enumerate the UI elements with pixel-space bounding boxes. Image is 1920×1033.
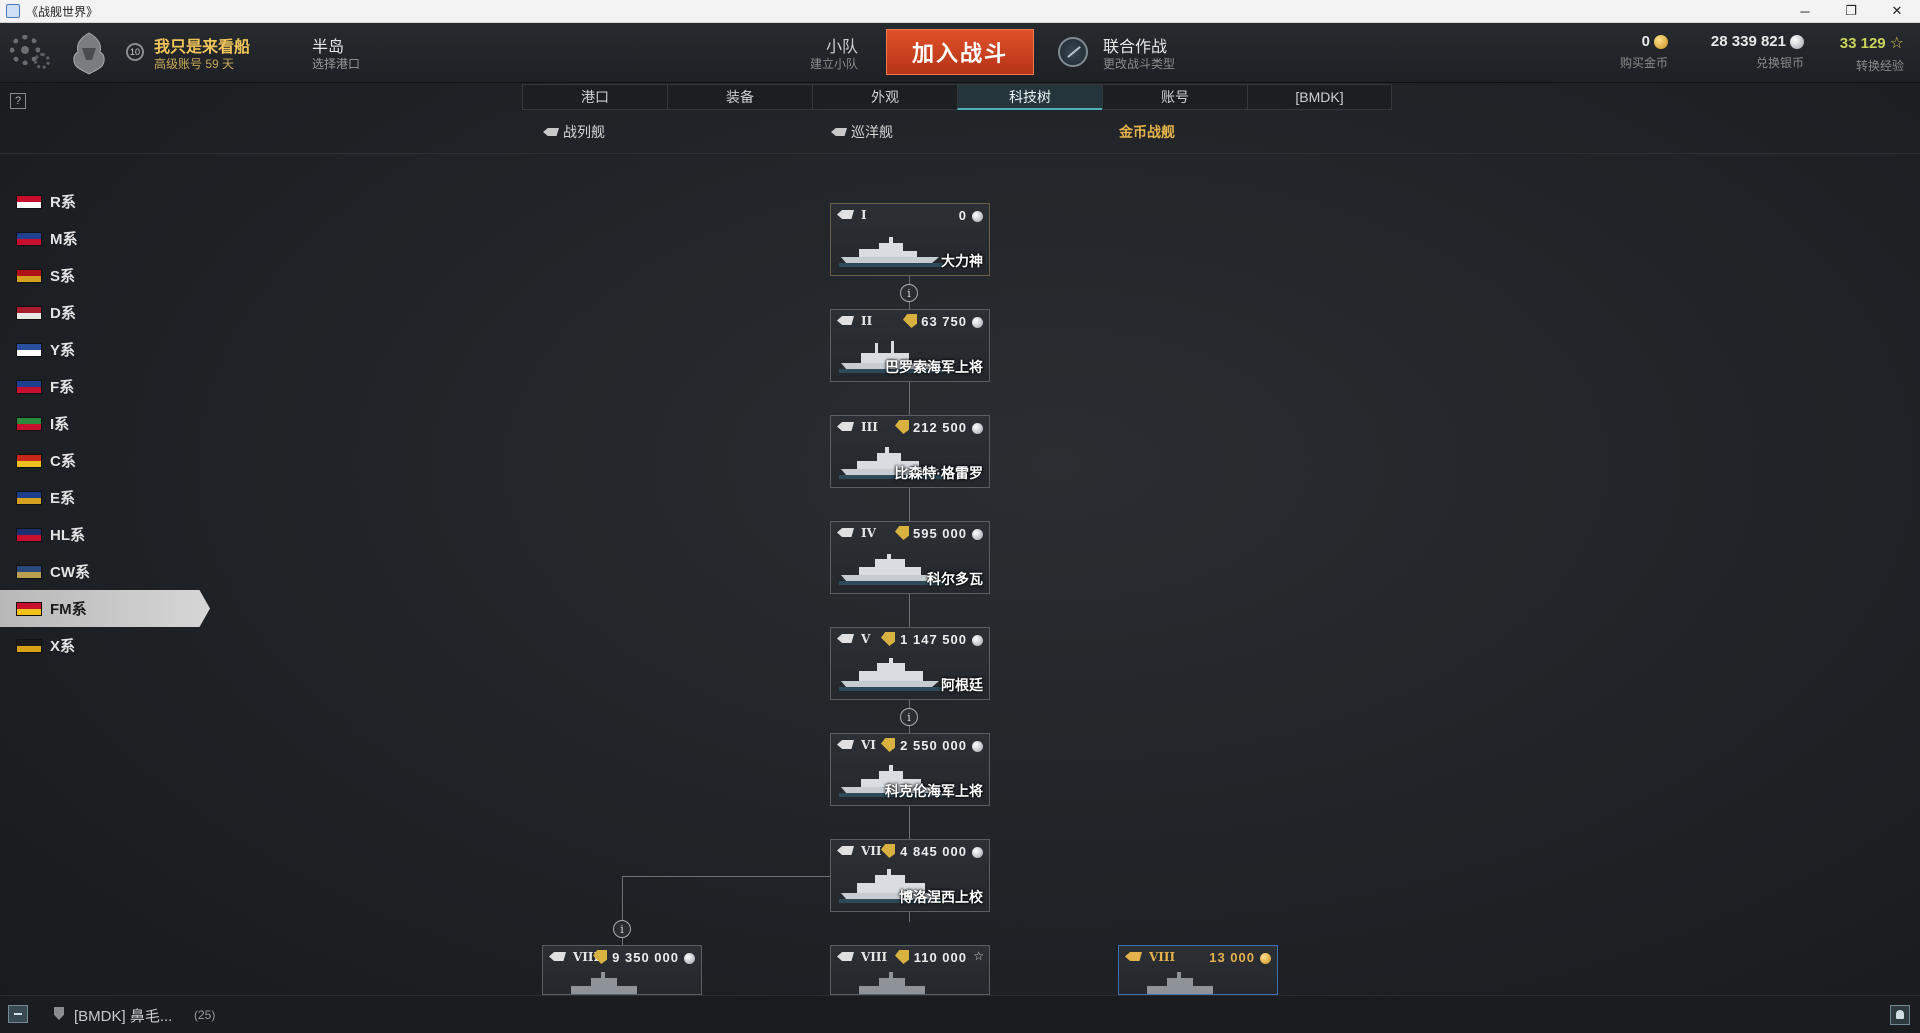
ship-name: 科克伦海军上将	[885, 783, 983, 799]
gold-coin-icon	[1260, 953, 1271, 964]
ship-tier: VIII	[861, 950, 888, 964]
tree-info-node[interactable]: i	[613, 920, 631, 938]
discount-tag-icon	[881, 632, 895, 646]
discount-tag-icon	[895, 950, 909, 964]
ship-card-tier-8-branch[interactable]: VIII 9 350 000	[542, 945, 702, 995]
ship-silhouette-icon	[859, 972, 925, 994]
ship-silhouette-icon	[839, 658, 943, 691]
ship-price: 212 500	[913, 420, 967, 435]
ship-card-tier-8-premium[interactable]: VIII 13 000	[1118, 945, 1278, 995]
silver-coin-icon	[972, 211, 983, 222]
cruiser-class-icon	[837, 422, 854, 431]
tree-link-branch-h	[622, 876, 830, 877]
tree-info-node[interactable]: i	[900, 708, 918, 726]
ship-tier: VIII	[1149, 950, 1176, 964]
ship-price: 13 000	[1209, 950, 1255, 965]
silver-coin-icon	[972, 635, 983, 646]
ship-price: 595 000	[913, 526, 967, 541]
cruiser-class-icon	[837, 846, 854, 855]
discount-tag-icon	[895, 526, 909, 540]
ship-name: 科尔多瓦	[927, 571, 983, 587]
silver-coin-icon	[972, 529, 983, 540]
ship-tier: V	[861, 632, 871, 646]
ship-tier: IV	[861, 526, 876, 540]
premium-cruiser-class-icon	[1125, 952, 1142, 961]
discount-tag-icon	[881, 844, 895, 858]
cruiser-class-icon	[837, 528, 854, 537]
silver-coin-icon	[972, 423, 983, 434]
clan-shield-icon	[54, 1007, 64, 1020]
ship-name: 大力神	[941, 253, 983, 269]
ship-name: 巴罗索海军上将	[885, 359, 983, 375]
cruiser-class-icon	[837, 316, 854, 325]
ship-card-tier-4[interactable]: IV 595 000 科尔多瓦	[830, 521, 990, 594]
free-xp-star-icon: ☆	[973, 949, 984, 963]
cruiser-class-icon	[837, 634, 854, 643]
tech-tree: i i i I 0 大力神 II 63 750 巴罗索海军上将 III 212 …	[0, 0, 1920, 1032]
ship-tier: VII	[861, 844, 882, 858]
ship-price: 110 000	[913, 950, 967, 965]
ship-name: 阿根廷	[941, 677, 983, 693]
ship-silhouette-icon	[1147, 972, 1213, 994]
clan-chat-channel[interactable]: [BMDK] 鼻毛...	[74, 1005, 172, 1026]
ship-silhouette-icon	[839, 237, 943, 267]
ship-tier: VI	[861, 738, 876, 752]
ship-price: 2 550 000	[900, 738, 967, 753]
clan-online-count: (25)	[194, 1008, 216, 1022]
tree-info-node[interactable]: i	[900, 284, 918, 302]
ship-name: 博洛涅西上校	[899, 889, 983, 905]
silver-coin-icon	[972, 317, 983, 328]
ship-price: 63 750	[921, 314, 967, 329]
ship-card-tier-1[interactable]: I 0 大力神	[830, 203, 990, 276]
discount-tag-icon	[895, 420, 909, 434]
cruiser-class-icon	[837, 952, 854, 961]
silver-coin-icon	[972, 847, 983, 858]
discount-tag-icon	[903, 314, 917, 328]
ship-card-tier-2[interactable]: II 63 750 巴罗索海军上将	[830, 309, 990, 382]
ship-tier: III	[861, 420, 878, 434]
cruiser-class-icon	[549, 952, 566, 961]
cruiser-class-icon	[837, 210, 854, 219]
ship-card-tier-3[interactable]: III 212 500 比森特·格雷罗	[830, 415, 990, 488]
ship-card-tier-8[interactable]: VIII 110 000 ☆	[830, 945, 990, 995]
ship-name: 比森特·格雷罗	[894, 465, 983, 481]
ship-card-tier-5[interactable]: V 1 147 500 阿根廷	[830, 627, 990, 700]
ship-tier: II	[861, 314, 873, 328]
notification-bell-icon[interactable]	[1890, 1005, 1910, 1025]
ship-silhouette-icon	[571, 972, 637, 994]
bottom-bar: [BMDK] 鼻毛... (25)	[0, 995, 1920, 1033]
ship-card-tier-7[interactable]: VII 4 845 000 博洛涅西上校	[830, 839, 990, 912]
ship-price: 1 147 500	[900, 632, 967, 647]
ship-price: 9 350 000	[612, 950, 679, 965]
chat-icon[interactable]	[8, 1005, 28, 1023]
ship-tier: I	[861, 208, 867, 222]
ship-price: 4 845 000	[900, 844, 967, 859]
discount-tag-icon	[881, 738, 895, 752]
ship-price: 0	[958, 208, 967, 223]
ship-card-tier-6[interactable]: VI 2 550 000 科克伦海军上将	[830, 733, 990, 806]
silver-coin-icon	[684, 953, 695, 964]
cruiser-class-icon	[837, 740, 854, 749]
silver-coin-icon	[972, 741, 983, 752]
